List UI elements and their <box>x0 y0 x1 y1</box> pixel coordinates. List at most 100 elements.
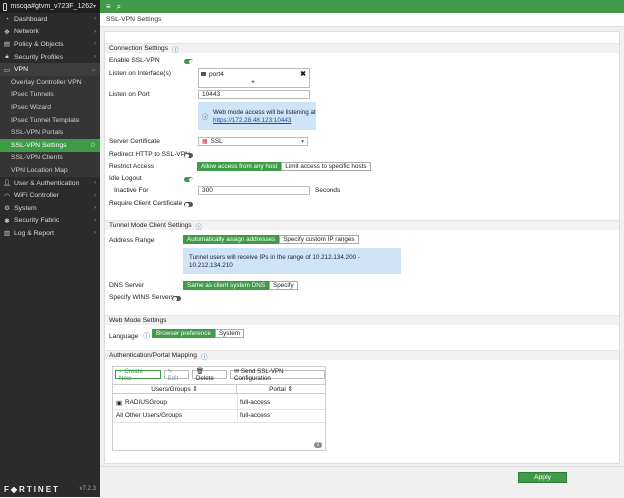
require-client-cert-label: Require Client Certificate <box>109 200 183 207</box>
group-icon: ▣ <box>116 399 123 407</box>
nav-security-profiles[interactable]: 🔒︎ Security Profiles › <box>0 51 100 64</box>
server-certificate-select[interactable]: ▦ SSL ▾ <box>198 137 308 146</box>
system-language-option[interactable]: System <box>214 329 244 338</box>
nav-overlay-controller-vpn[interactable]: Overlay Controller VPN <box>0 75 100 89</box>
nav-menu: ◔ Dashboard › ✥ Network › ▤ Policy & Objects ›… <box>0 13 100 240</box>
auth-portal-table: + Create New ✎ Edit 🗑 Delete ✉ Send SSL-… <box>112 366 326 451</box>
section-web-mode: Web Mode Settings <box>105 315 619 325</box>
address-range-label: Address Range <box>109 237 155 244</box>
table-row[interactable]: All Other Users/Groups <box>116 410 182 421</box>
web-mode-note: ⓘ Web mode access will be listening at h… <box>198 102 316 130</box>
user-icon: 👤︎ <box>3 180 12 188</box>
nav-dashboard[interactable]: ◔ Dashboard › <box>0 13 100 26</box>
language-selector: Browser preference System <box>152 329 244 338</box>
column-header-portal[interactable]: Portal ⇕ <box>237 384 325 394</box>
dashboard-icon: ◔ <box>5 15 9 23</box>
restrict-access-label: Restrict Access <box>109 163 155 170</box>
edit-button[interactable]: ✎ Edit <box>163 368 189 382</box>
port-icon <box>201 72 206 76</box>
browser-preference-option[interactable]: Browser preference <box>152 329 215 338</box>
column-header-users[interactable]: Users/Groups ⇕ <box>113 384 237 394</box>
enable-sslvpn-toggle[interactable] <box>184 59 193 64</box>
lock-icon: 🔒︎ <box>5 53 9 61</box>
chevron-right-icon: › <box>94 28 96 35</box>
custom-ip-ranges-option[interactable]: Specify custom IP ranges <box>279 235 359 244</box>
nav-sslvpn-settings[interactable]: SSL-VPN Settings ☆ <box>0 138 100 152</box>
info-icon: ⓘ <box>202 114 209 121</box>
chevron-right-icon: › <box>94 41 96 48</box>
nav-ipsec-tunnel-template[interactable]: IPsec Tunnel Template <box>0 113 100 127</box>
sidebar-footer: F◆RTINET v7.2.3 <box>0 481 100 497</box>
sidebar: mscqa#gtvm_v723F_1262 ▾ ◔ Dashboard › ✥ Net… <box>0 0 100 497</box>
top-bar: ≡ ⌕ <box>100 0 624 13</box>
server-certificate-label: Server Certificate <box>109 138 160 145</box>
star-icon[interactable]: ☆ <box>90 141 96 149</box>
apply-button[interactable]: Apply <box>518 472 567 483</box>
table-row[interactable]: ▣ RADIUSGroup <box>116 397 167 408</box>
wins-servers-label: Specify WINS Servers <box>109 294 175 301</box>
nav-log-report[interactable]: ▥ Log & Report › <box>0 227 100 240</box>
device-icon <box>3 2 8 11</box>
web-mode-link[interactable]: https://172.28.48.123:10443 <box>213 117 291 124</box>
language-label: Language ⓘ <box>109 333 150 340</box>
allow-any-host-option[interactable]: Allow access from any host <box>197 162 282 171</box>
enable-sslvpn-label: Enable SSL-VPN <box>109 57 160 64</box>
nav-system[interactable]: ⚙ System › <box>0 202 100 215</box>
delete-button[interactable]: 🗑 Delete <box>191 368 228 382</box>
specify-dns-option[interactable]: Specify <box>269 281 298 290</box>
section-auth-portal-mapping: Authentication/Portal Mapping ⓘ <box>105 350 619 361</box>
chevron-right-icon: › <box>94 16 96 23</box>
nav-vpn-location-map[interactable]: VPN Location Map <box>0 164 100 177</box>
wifi-icon: ◠ <box>4 192 10 200</box>
dns-server-selector: Same as client system DNS Specify <box>183 281 298 290</box>
row-portal: full-access <box>240 412 271 419</box>
chevron-right-icon: › <box>94 230 96 237</box>
nav-sslvpn-portals[interactable]: SSL-VPN Portals <box>0 126 100 139</box>
row-portal: full-access <box>240 399 271 406</box>
info-icon[interactable]: ⓘ <box>143 333 150 340</box>
version-label: v7.2.3 <box>79 486 96 492</box>
chevron-right-icon: › <box>94 192 96 199</box>
limit-specific-hosts-option[interactable]: Limit access to specific hosts <box>281 162 371 171</box>
redirect-http-toggle[interactable] <box>184 153 193 158</box>
column-divider <box>237 394 238 422</box>
address-range-selector: Automatically assign addresses Specify c… <box>183 235 359 244</box>
info-icon[interactable]: ⓘ <box>196 221 203 231</box>
chevron-right-icon: › <box>94 180 96 187</box>
create-new-button[interactable]: + Create New <box>115 368 161 382</box>
nav-sslvpn-clients[interactable]: SSL-VPN Clients <box>0 151 100 165</box>
menu-icon[interactable]: ≡ <box>106 2 111 11</box>
interface-select[interactable]: port4 ✖ + <box>198 68 310 88</box>
nav-ipsec-tunnels[interactable]: IPsec Tunnels <box>0 88 100 102</box>
listen-port-label: Listen on Port <box>109 91 150 98</box>
inactive-for-input[interactable]: 300 <box>198 186 310 195</box>
auto-assign-option[interactable]: Automatically assign addresses <box>183 235 280 244</box>
wins-servers-toggle[interactable] <box>172 296 181 301</box>
chevron-down-icon: ▾ <box>92 4 96 10</box>
nav-vpn[interactable]: ▭ VPN ⌄ <box>0 63 100 76</box>
nav-ipsec-wizard[interactable]: IPsec Wizard <box>0 101 100 114</box>
send-config-button[interactable]: ✉ Send SSL-VPN Configuration <box>230 368 325 382</box>
tunnel-ip-note: Tunnel users will receive IPs in the ran… <box>183 248 401 274</box>
device-selector[interactable]: mscqa#gtvm_v723F_1262 ▾ <box>0 0 100 13</box>
nav-security-fabric[interactable]: ✱ Security Fabric › <box>0 215 100 228</box>
same-as-client-dns-option[interactable]: Same as client system DNS <box>183 281 270 290</box>
info-icon[interactable]: ⓘ <box>201 351 208 361</box>
dns-server-label: DNS Server <box>109 282 145 289</box>
certificate-icon: ▦ <box>202 139 208 145</box>
require-client-cert-toggle[interactable] <box>184 202 193 207</box>
nav-policy-objects[interactable]: ▤ Policy & Objects › <box>0 38 100 51</box>
nav-network[interactable]: ✥ Network › <box>0 26 100 39</box>
nav-wifi-controller[interactable]: ◠ WiFi Controller › <box>0 189 100 202</box>
settings-card: Connection Settings ⓘ Enable SSL-VPN List… <box>104 31 620 464</box>
listen-port-input[interactable]: 10443 <box>198 90 310 99</box>
nav-user-auth[interactable]: 👤︎ User & Authentication › <box>0 177 100 190</box>
plus-icon[interactable]: + <box>251 79 255 86</box>
seconds-unit: Seconds <box>315 187 341 194</box>
info-icon[interactable]: ⓘ <box>172 44 179 54</box>
chart-icon: ▥ <box>3 230 11 238</box>
idle-logout-toggle[interactable] <box>184 177 193 182</box>
section-connection-settings: Connection Settings ⓘ <box>105 43 619 54</box>
close-icon[interactable]: ✖ <box>300 70 306 78</box>
search-icon[interactable]: ⌕ <box>117 2 121 12</box>
